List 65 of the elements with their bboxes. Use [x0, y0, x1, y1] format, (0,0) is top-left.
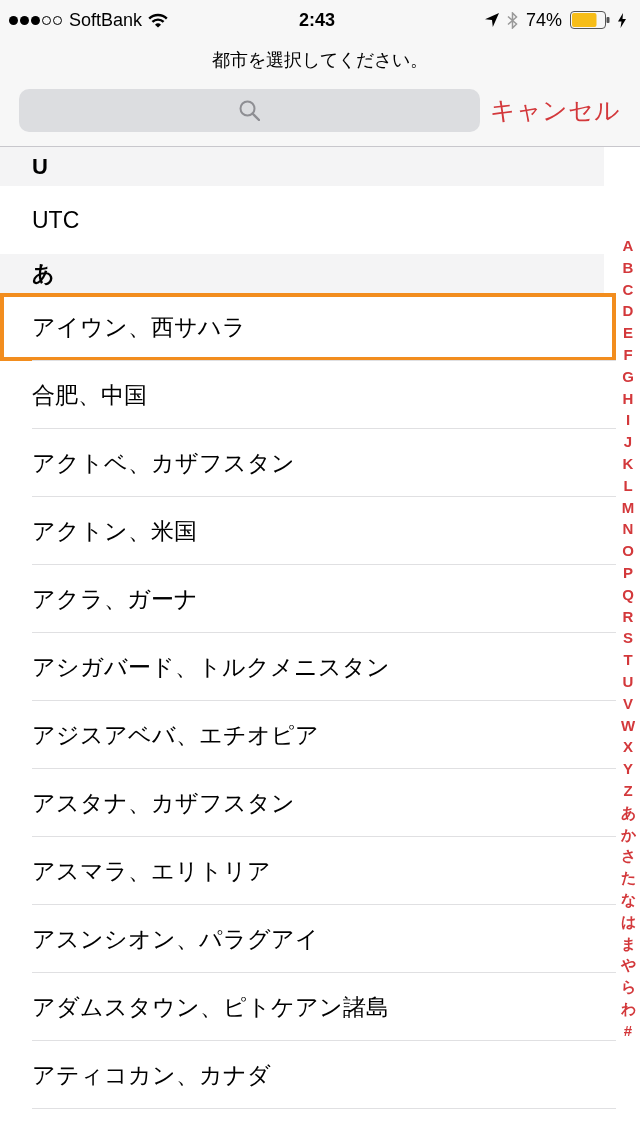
index-letter[interactable]: C	[622, 278, 634, 301]
city-row[interactable]: アクラ、ガーナ	[0, 565, 616, 633]
battery-percent: 74%	[525, 9, 562, 31]
city-row[interactable]: アクトベ、カザフスタン	[0, 429, 616, 497]
city-row[interactable]: アジスアベバ、エチオピア	[0, 701, 616, 769]
city-row[interactable]: 合肥、中国	[0, 361, 616, 429]
index-letter[interactable]: T	[623, 649, 633, 671]
index-letter[interactable]: J	[623, 431, 633, 453]
index-letter[interactable]: A	[622, 235, 634, 257]
index-letter[interactable]: #	[623, 1019, 633, 1042]
index-letter[interactable]: L	[623, 474, 633, 497]
section-header: あ	[0, 254, 604, 293]
index-letter[interactable]: I	[625, 409, 631, 432]
city-row[interactable]: アティコカン、カナダ	[0, 1041, 616, 1109]
index-letter[interactable]: W	[620, 714, 636, 737]
index-letter[interactable]: H	[622, 387, 634, 410]
location-arrow-icon	[484, 13, 499, 27]
index-letter[interactable]: K	[622, 452, 634, 475]
index-letter[interactable]: R	[622, 605, 634, 628]
index-letter[interactable]: Q	[622, 583, 634, 606]
battery-icon	[570, 11, 610, 29]
index-letter[interactable]: ま	[620, 932, 636, 955]
city-row[interactable]: アスマラ、エリトリア	[0, 837, 616, 905]
city-row[interactable]: アシガバード、トルクメニスタン	[0, 633, 616, 701]
clock-time: 2:43	[299, 9, 335, 31]
index-letter[interactable]: U	[622, 670, 634, 693]
index-letter[interactable]: S	[623, 627, 633, 650]
index-letter[interactable]: あ	[620, 801, 636, 824]
city-row[interactable]: アスンシオン、パラグアイ	[0, 905, 616, 973]
search-field[interactable]	[19, 89, 480, 132]
city-row[interactable]: アイウン、西サハラ	[0, 293, 616, 361]
index-letter[interactable]: G	[622, 365, 634, 388]
charging-bolt-icon	[618, 12, 626, 28]
index-letter[interactable]: D	[622, 300, 634, 323]
index-letter[interactable]: さ	[620, 845, 636, 868]
index-letter[interactable]: V	[623, 692, 633, 715]
header-title: 都市を選択してください。	[211, 49, 429, 72]
section-header: U	[0, 147, 604, 186]
index-letter[interactable]: Z	[623, 779, 633, 802]
index-letter[interactable]: E	[623, 322, 633, 344]
index-letter[interactable]: か	[620, 823, 636, 846]
index-letter[interactable]: は	[620, 910, 636, 933]
cancel-button[interactable]: キャンセル	[490, 94, 620, 127]
carrier-name: SoftBank	[69, 9, 143, 31]
index-letter[interactable]: N	[622, 518, 634, 541]
index-letter[interactable]: ら	[620, 976, 636, 998]
index-letter[interactable]: O	[622, 540, 634, 562]
index-letter[interactable]: X	[623, 736, 633, 759]
index-letter[interactable]: B	[622, 256, 634, 279]
city-row[interactable]: アスタナ、カザフスタン	[0, 769, 616, 837]
index-letter[interactable]: F	[623, 344, 633, 366]
bluetooth-icon	[506, 11, 518, 29]
index-letter[interactable]: M	[621, 496, 635, 519]
index-letter[interactable]: Y	[623, 758, 633, 780]
city-row[interactable]: アクトン、米国	[0, 497, 616, 565]
wifi-icon	[148, 12, 169, 28]
search-icon	[239, 100, 260, 121]
index-letter[interactable]: な	[620, 888, 636, 911]
index-letter[interactable]: わ	[620, 997, 636, 1020]
signal-dots-icon	[8, 14, 63, 26]
city-row[interactable]: UTC	[0, 186, 616, 254]
index-letter[interactable]: た	[620, 867, 636, 889]
index-letter[interactable]: や	[620, 954, 636, 977]
city-row[interactable]: アダムスタウン、ピトケアン諸島	[0, 973, 616, 1041]
index-letter[interactable]: P	[623, 561, 633, 584]
